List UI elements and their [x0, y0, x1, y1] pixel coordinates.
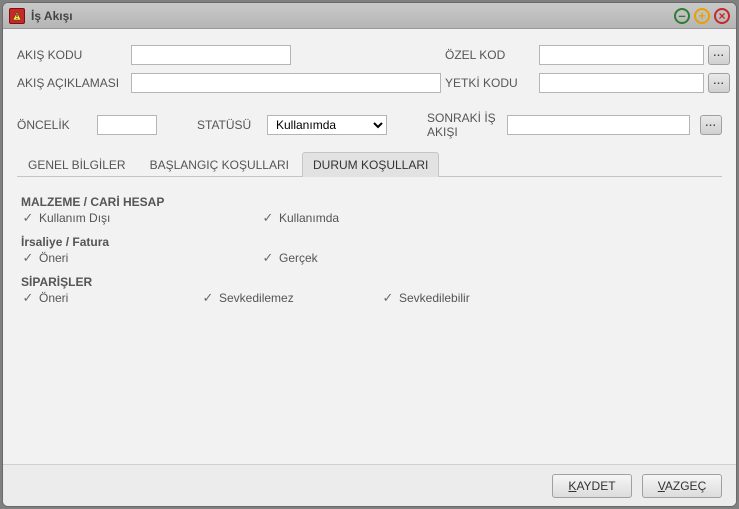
check-icon: ✓: [21, 211, 35, 225]
check-icon: ✓: [261, 211, 275, 225]
yetki-kodu-label: YETKİ KODU: [445, 76, 535, 90]
oncelik-input[interactable]: [97, 115, 157, 135]
checkbox-kullanimda[interactable]: ✓ Kullanımda: [261, 211, 401, 225]
check-icon: ✓: [201, 291, 215, 305]
checkbox-label: Öneri: [39, 251, 68, 265]
window-controls: – + ×: [674, 8, 730, 24]
group-siparisler-row: ✓ Öneri ✓ Sevkedilemez ✓ Sevkedilebilir: [21, 291, 718, 305]
checkbox-label: Kullanımda: [279, 211, 339, 225]
ozel-kod-lookup-button[interactable]: ...: [708, 45, 730, 65]
group-irsaliye-title: İrsaliye / Fatura: [21, 235, 718, 249]
check-icon: ✓: [21, 291, 35, 305]
oncelik-label: ÖNCELİK: [17, 118, 87, 132]
group-siparisler-title: SİPARİŞLER: [21, 275, 718, 289]
checkbox-label: Sevkedilemez: [219, 291, 294, 305]
cancel-button[interactable]: VAZGEÇ: [642, 474, 722, 498]
tabs: GENEL BİLGİLER BAŞLANGIÇ KOŞULLARI DURUM…: [17, 151, 722, 177]
minimize-icon[interactable]: –: [674, 8, 690, 24]
group-irsaliye-row: ✓ Öneri ✓ Gerçek: [21, 251, 718, 265]
check-icon: ✓: [261, 251, 275, 265]
app-icon: [9, 8, 25, 24]
akis-aciklamasi-label: AKIŞ AÇIKLAMASI: [17, 76, 127, 90]
header-fields: AKIŞ KODU ÖZEL KOD ... AKIŞ AÇIKLAMASI Y…: [17, 43, 722, 95]
ozel-kod-input[interactable]: [539, 45, 704, 65]
checkbox-label: Kullanım Dışı: [39, 211, 110, 225]
checkbox-siparis-sevkedilemez[interactable]: ✓ Sevkedilemez: [201, 291, 341, 305]
sonraki-is-akisi-lookup-button[interactable]: ...: [700, 115, 722, 135]
save-rest: AYDET: [576, 479, 615, 493]
checkbox-irsaliye-gercek[interactable]: ✓ Gerçek: [261, 251, 401, 265]
checkbox-label: Gerçek: [279, 251, 318, 265]
cancel-mnemonic: V: [658, 479, 665, 493]
titlebar: İş Akışı – + ×: [3, 3, 736, 29]
tab-baslangic-kosullari[interactable]: BAŞLANGIÇ KOŞULLARI: [139, 152, 300, 177]
group-malzeme-title: MALZEME / CARİ HESAP: [21, 195, 718, 209]
window-title: İş Akışı: [31, 9, 674, 23]
akis-aciklamasi-input[interactable]: [131, 73, 441, 93]
sonraki-is-akisi-label: SONRAKİ İŞ AKIŞI: [427, 111, 497, 139]
ozel-kod-label: ÖZEL KOD: [445, 48, 535, 62]
check-icon: ✓: [381, 291, 395, 305]
maximize-icon[interactable]: +: [694, 8, 710, 24]
check-icon: ✓: [21, 251, 35, 265]
checkbox-irsaliye-oneri[interactable]: ✓ Öneri: [21, 251, 161, 265]
checkbox-label: Öneri: [39, 291, 68, 305]
checkbox-kullanim-disi[interactable]: ✓ Kullanım Dışı: [21, 211, 161, 225]
window: İş Akışı – + × AKIŞ KODU ÖZEL KOD ... AK…: [2, 2, 737, 507]
close-icon[interactable]: ×: [714, 8, 730, 24]
row-priority-status: ÖNCELİK STATÜSÜ Kullanımda SONRAKİ İŞ AK…: [17, 111, 722, 139]
content-area: AKIŞ KODU ÖZEL KOD ... AKIŞ AÇIKLAMASI Y…: [3, 29, 736, 464]
yetki-kodu-input[interactable]: [539, 73, 704, 93]
footer: KAYDET VAZGEÇ: [3, 464, 736, 506]
save-button[interactable]: KAYDET: [552, 474, 632, 498]
yetki-kodu-lookup-button[interactable]: ...: [708, 73, 730, 93]
statusu-select[interactable]: Kullanımda: [267, 115, 387, 135]
group-malzeme-row: ✓ Kullanım Dışı ✓ Kullanımda: [21, 211, 718, 225]
checkbox-siparis-sevkedilebilir[interactable]: ✓ Sevkedilebilir: [381, 291, 521, 305]
akis-kodu-label: AKIŞ KODU: [17, 48, 127, 62]
akis-kodu-input[interactable]: [131, 45, 291, 65]
tab-durum-kosullari[interactable]: DURUM KOŞULLARI: [302, 152, 439, 177]
checkbox-siparis-oneri[interactable]: ✓ Öneri: [21, 291, 161, 305]
tab-genel-bilgiler[interactable]: GENEL BİLGİLER: [17, 152, 137, 177]
sonraki-is-akisi-input[interactable]: [507, 115, 690, 135]
statusu-label: STATÜSÜ: [197, 118, 257, 132]
checkbox-label: Sevkedilebilir: [399, 291, 470, 305]
cancel-rest: AZGEÇ: [665, 479, 706, 493]
tab-body-durum-kosullari: MALZEME / CARİ HESAP ✓ Kullanım Dışı ✓ K…: [17, 185, 722, 456]
